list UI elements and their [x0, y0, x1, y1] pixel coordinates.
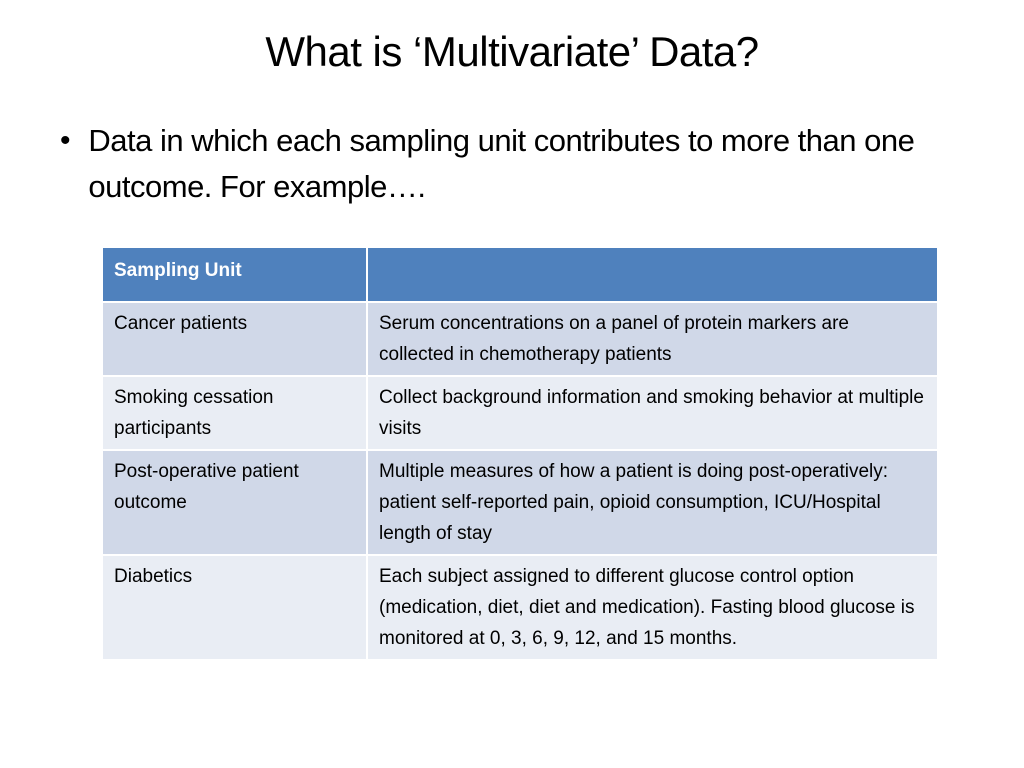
table-row: Post-operative patient outcome Multiple … [101, 449, 939, 556]
table-row: Diabetics Each subject assigned to diffe… [101, 554, 939, 661]
cell-unit: Diabetics [101, 554, 368, 661]
cell-description: Collect background information and smoki… [366, 375, 939, 451]
table-header-row: Sampling Unit [101, 246, 939, 303]
slide-title: What is ‘Multivariate’ Data? [265, 28, 759, 75]
cell-unit: Cancer patients [101, 301, 368, 377]
cell-unit: Post-operative patient outcome [101, 449, 368, 556]
cell-description: Serum concentrations on a panel of prote… [366, 301, 939, 377]
header-sampling-unit: Sampling Unit [101, 246, 368, 303]
sampling-unit-table: Sampling Unit Cancer patients Serum conc… [101, 246, 939, 661]
cell-unit: Smoking cessation participants [101, 375, 368, 451]
table-row: Smoking cessation participants Collect b… [101, 375, 939, 451]
bullet-text: Data in which each sampling unit contrib… [88, 123, 915, 204]
bullet-marker-icon: • [60, 124, 71, 157]
header-description [366, 246, 939, 303]
bullet-item: • Data in which each sampling unit contr… [60, 118, 920, 210]
table-row: Cancer patients Serum concentrations on … [101, 301, 939, 377]
cell-description: Each subject assigned to different gluco… [366, 554, 939, 661]
cell-description: Multiple measures of how a patient is do… [366, 449, 939, 556]
